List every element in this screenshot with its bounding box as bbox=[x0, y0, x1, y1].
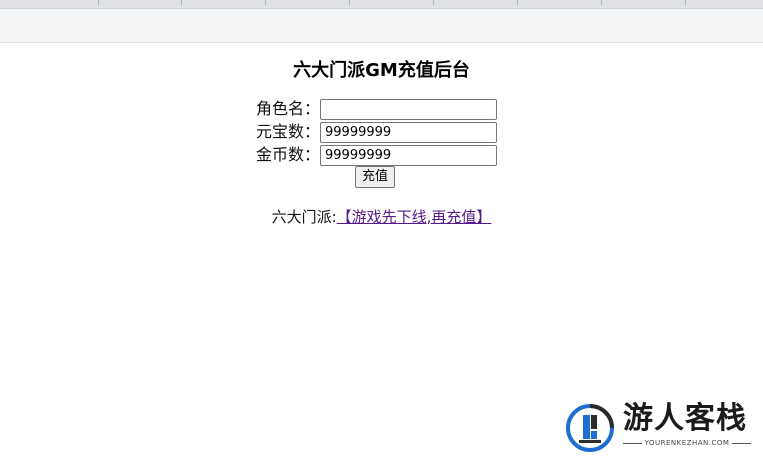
watermark-line-left bbox=[623, 442, 642, 444]
notice-prefix: 六大门派: bbox=[271, 208, 337, 226]
watermark-url: YOURENKEZHAN.COM bbox=[644, 439, 730, 447]
tab-divider bbox=[517, 0, 518, 5]
yuanbao-label: 元宝数： bbox=[256, 122, 321, 141]
tab-divider bbox=[685, 0, 686, 5]
watermark-name: 游人客栈 bbox=[623, 401, 747, 436]
browser-toolbar bbox=[0, 9, 763, 43]
tab-divider bbox=[98, 0, 99, 5]
watermark-emblem-icon bbox=[566, 404, 614, 452]
tab-divider bbox=[433, 0, 434, 5]
page-content: 六大门派GM充值后台 角色名： 元宝数： 金币数： 充值 六大门派:【游戏先下线… bbox=[0, 44, 763, 460]
role-name-input[interactable] bbox=[320, 98, 497, 120]
gold-label: 金币数： bbox=[256, 145, 321, 164]
tab-divider bbox=[181, 0, 182, 5]
recharge-button[interactable]: 充值 bbox=[355, 166, 396, 188]
notice-line: 六大门派:【游戏先下线,再充值】 bbox=[0, 206, 763, 227]
gold-input[interactable] bbox=[320, 144, 497, 166]
tab-divider bbox=[265, 0, 266, 5]
browser-tab-strip bbox=[0, 0, 763, 9]
tab-divider bbox=[601, 0, 602, 5]
watermark-line-right bbox=[732, 442, 751, 444]
yuanbao-input[interactable] bbox=[320, 121, 497, 143]
role-name-label: 角色名： bbox=[256, 99, 321, 118]
watermark-url-row: YOURENKEZHAN.COM bbox=[623, 439, 751, 447]
browser-page: 六大门派GM充值后台 角色名： 元宝数： 金币数： 充值 六大门派:【游戏先下线… bbox=[0, 0, 763, 460]
logout-first-link[interactable]: 【游戏先下线,再充值】 bbox=[337, 208, 492, 226]
page-title: 六大门派GM充值后台 bbox=[293, 60, 470, 81]
yuanbao-row: 元宝数： bbox=[256, 121, 497, 143]
role-name-row: 角色名： bbox=[256, 98, 497, 120]
watermark-logo: 游人客栈 YOURENKEZHAN.COM bbox=[565, 402, 755, 454]
gold-row: 金币数： bbox=[256, 144, 497, 166]
tab-divider bbox=[349, 0, 350, 5]
